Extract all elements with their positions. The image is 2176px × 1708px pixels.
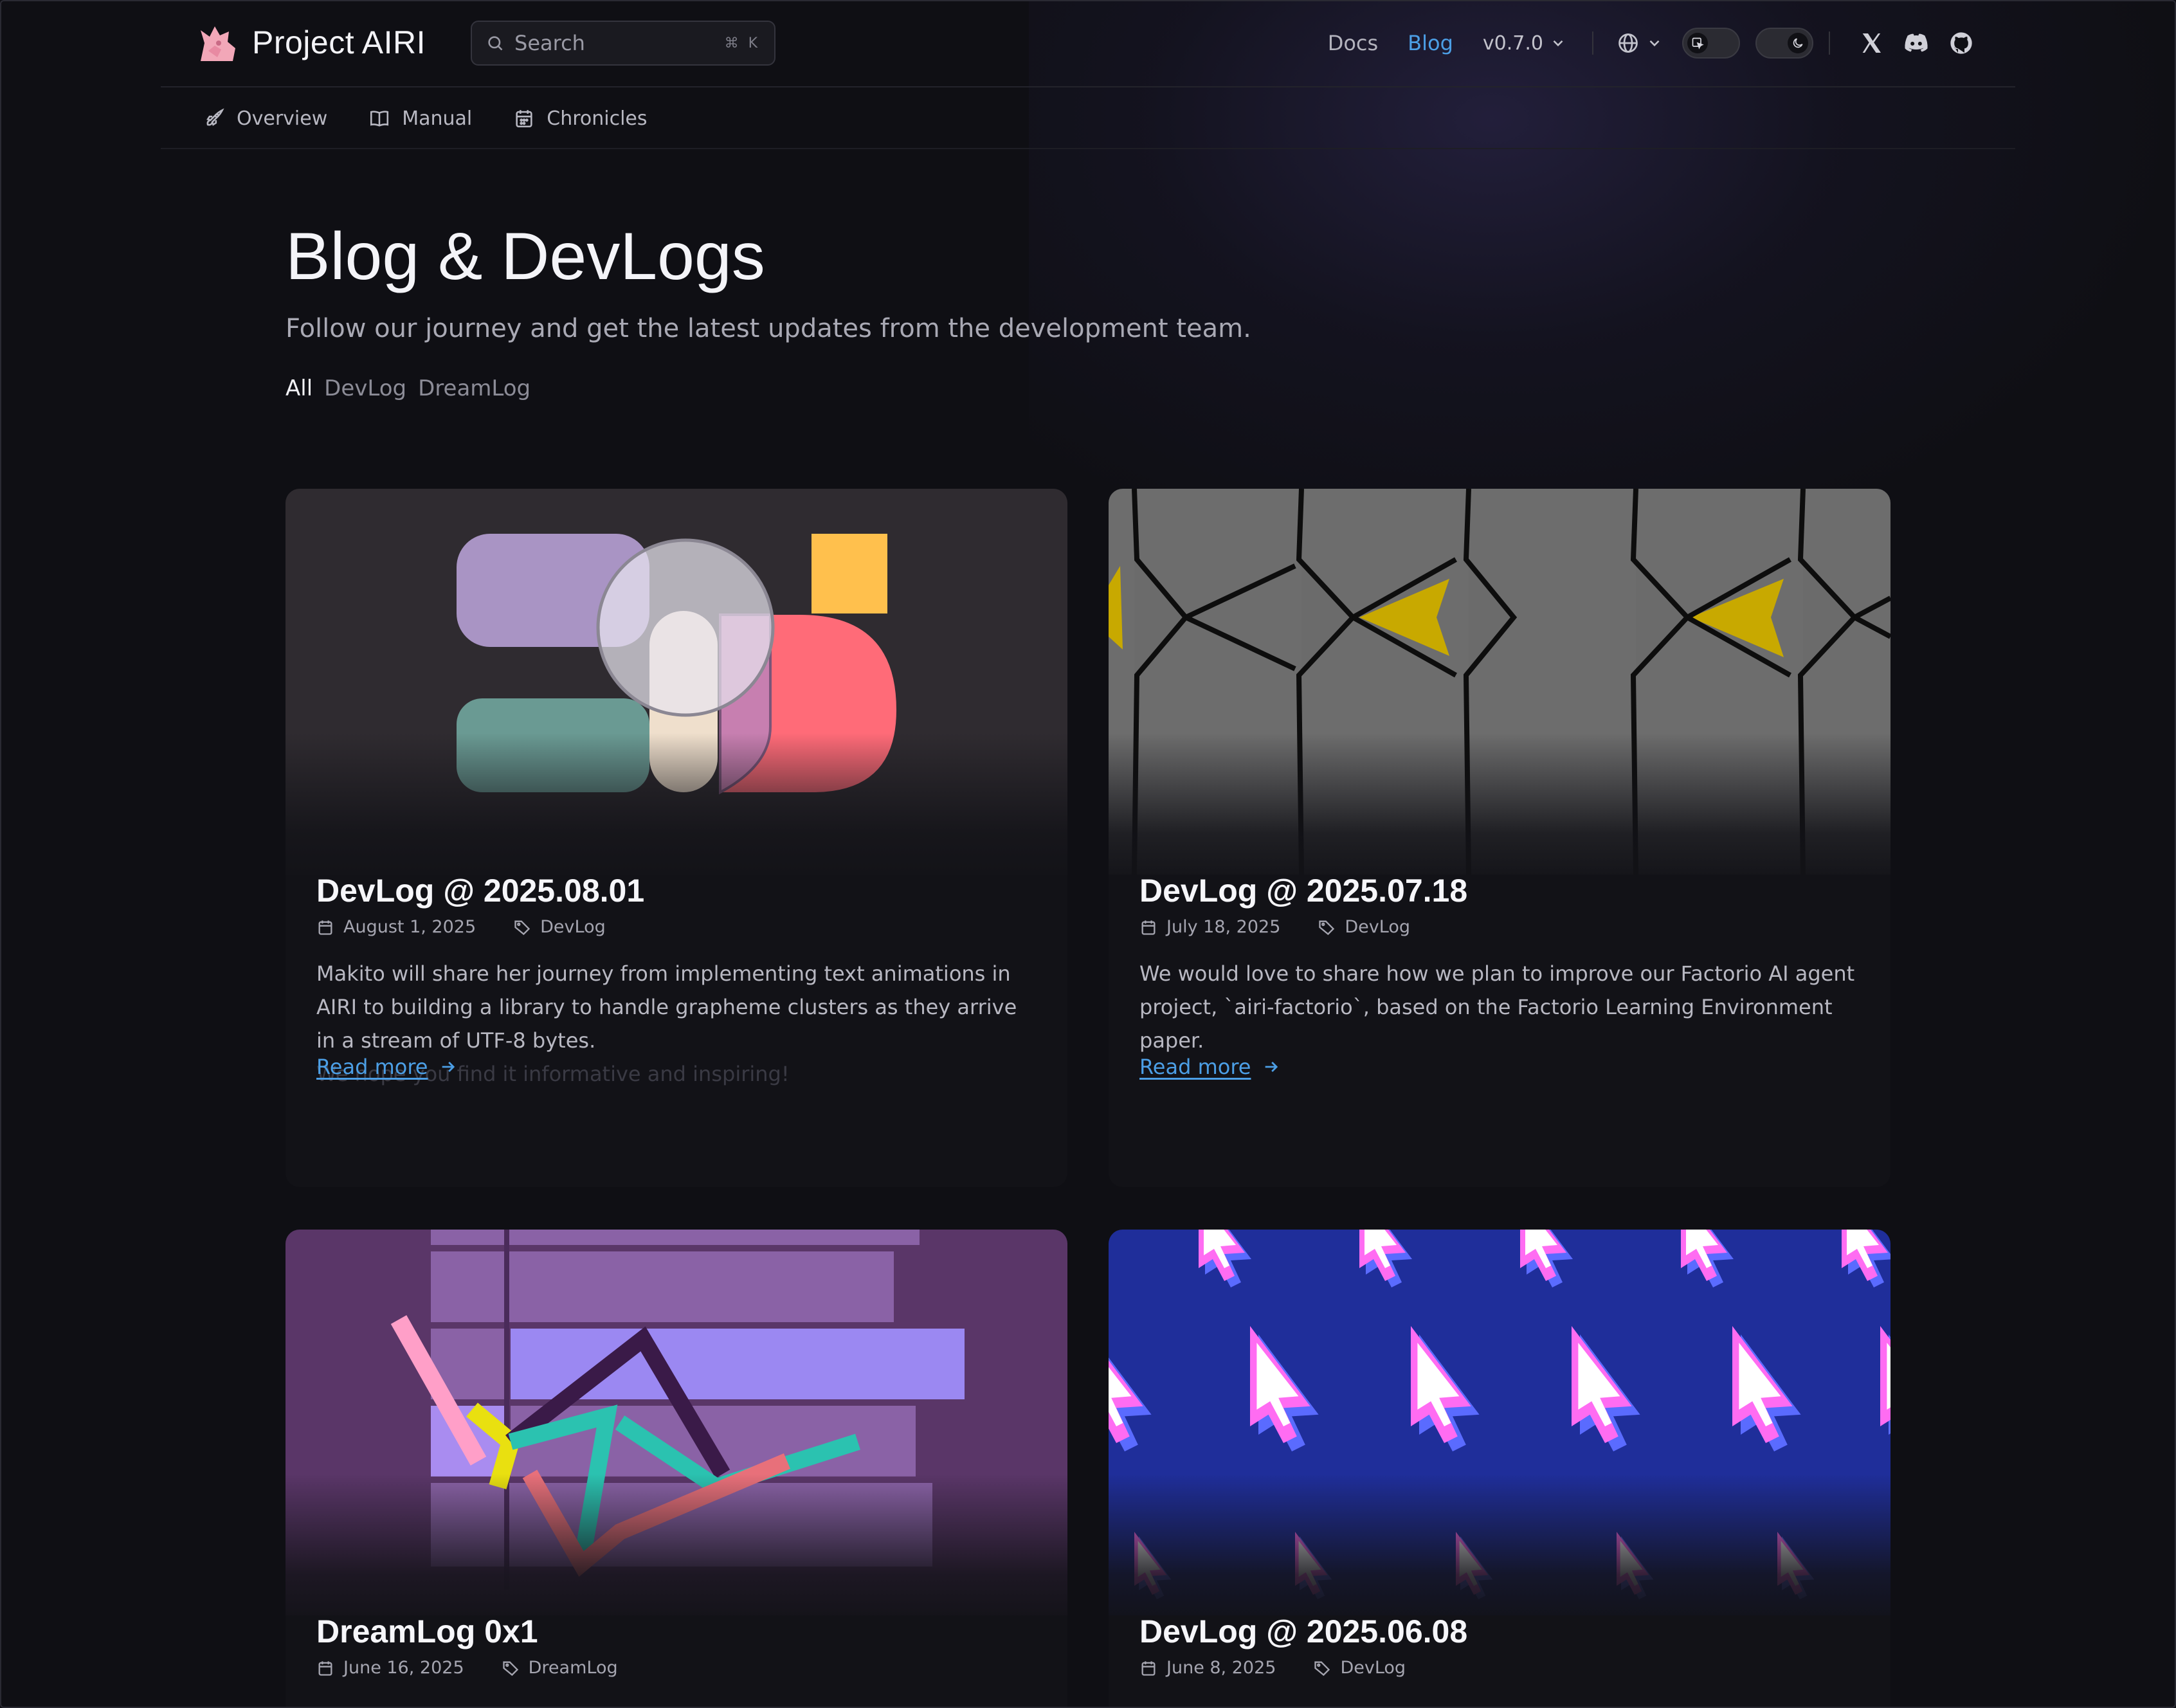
nav-link-docs[interactable]: Docs <box>1328 31 1378 55</box>
nav-right: Docs Blog v0.7.0 <box>1328 21 1974 66</box>
filter-dreamlog[interactable]: DreamLog <box>418 376 530 401</box>
post-tag[interactable]: DevLog <box>540 917 606 937</box>
tag-icon <box>1314 1661 1330 1676</box>
search-shortcut: ⌘ K <box>724 35 760 51</box>
post-meta: June 16, 2025 DreamLog <box>316 1658 618 1678</box>
post-card[interactable]: DevLog @ 2025.08.01 August 1, 2025 DevLo… <box>286 489 1067 1187</box>
tag-icon <box>514 920 530 935</box>
language-dropdown[interactable] <box>1617 32 1663 55</box>
subnav-label: Chronicles <box>547 107 648 130</box>
post-card[interactable]: DevLog @ 2025.06.08 June 8, 2025 DevLog <box>1109 1230 1890 1708</box>
nav-link-blog[interactable]: Blog <box>1408 31 1453 55</box>
post-meta: June 8, 2025 DevLog <box>1139 1658 1406 1678</box>
post-card[interactable]: DreamLog 0x1 June 16, 2025 DreamLog <box>286 1230 1067 1708</box>
github-icon[interactable] <box>1948 30 1974 56</box>
post-date: August 1, 2025 <box>343 917 476 937</box>
post-title[interactable]: DreamLog 0x1 <box>316 1613 538 1650</box>
tag-icon <box>502 1661 518 1676</box>
top-navbar: Project AIRI Search ⌘ K Docs Blog v0.7.0 <box>161 0 2015 87</box>
version-label: v0.7.0 <box>1482 32 1543 55</box>
search-input[interactable]: Search ⌘ K <box>471 21 775 66</box>
arrow-right-icon <box>442 1062 455 1072</box>
subnav-label: Manual <box>402 107 473 130</box>
subnav-item-manual[interactable]: Manual <box>368 107 472 130</box>
sub-navbar: Overview Manual Chronicles <box>161 89 2015 149</box>
nav-divider <box>1592 32 1593 55</box>
post-tag[interactable]: DreamLog <box>529 1658 618 1678</box>
dark-mode-toggle[interactable] <box>1755 28 1813 59</box>
calendar-icon <box>318 1661 332 1676</box>
post-date: July 18, 2025 <box>1166 917 1281 937</box>
cover-fade <box>286 733 1067 887</box>
post-excerpt-text: Makito will share her journey from imple… <box>316 961 1017 1053</box>
tag-icon <box>1319 920 1335 935</box>
cursor-effect-toggle[interactable] <box>1682 28 1740 59</box>
chevron-down-icon <box>1649 40 1660 47</box>
read-more-link[interactable]: Read more <box>1139 1055 1280 1079</box>
social-links <box>1858 30 1974 56</box>
read-more-link[interactable]: Read more <box>316 1055 457 1079</box>
post-date: June 16, 2025 <box>343 1658 464 1678</box>
post-meta: August 1, 2025 DevLog <box>316 917 606 937</box>
read-more-label: Read more <box>1139 1055 1251 1079</box>
brand-name: Project AIRI <box>252 24 426 60</box>
read-more-label: Read more <box>316 1055 428 1079</box>
search-icon <box>488 36 503 51</box>
post-excerpt: We would love to share how we plan to im… <box>1139 961 1855 1053</box>
post-title[interactable]: DevLog @ 2025.08.01 <box>316 872 644 909</box>
post-title[interactable]: DevLog @ 2025.06.08 <box>1139 1613 1467 1650</box>
calendar-icon <box>1141 920 1156 935</box>
calendar-icon <box>1141 1661 1156 1676</box>
cover-fade <box>1109 733 1890 887</box>
post-date: June 8, 2025 <box>1166 1658 1276 1678</box>
chevron-down-icon <box>1553 40 1563 47</box>
page-title: Blog & DevLogs <box>286 219 765 294</box>
globe-icon <box>1618 33 1638 53</box>
filter-devlog[interactable]: DevLog <box>324 376 406 401</box>
cursor-icon <box>1687 33 1708 53</box>
brand-link[interactable]: Project AIRI <box>195 18 426 67</box>
post-meta: July 18, 2025 DevLog <box>1139 917 1410 937</box>
calendar-icon <box>516 110 532 128</box>
cover-fade <box>286 1474 1067 1628</box>
subnav-label: Overview <box>237 107 328 130</box>
calendar-icon <box>318 920 332 935</box>
airi-logo-icon <box>195 20 240 65</box>
moon-icon <box>1788 33 1808 53</box>
category-filters: All DevLog DreamLog <box>286 376 530 401</box>
page-subtitle: Follow our journey and get the latest up… <box>286 314 1251 343</box>
arrow-right-icon <box>1265 1062 1278 1072</box>
discord-icon[interactable] <box>1902 30 1930 56</box>
x-twitter-icon[interactable] <box>1858 30 1884 56</box>
subnav-item-chronicles[interactable]: Chronicles <box>513 107 648 130</box>
book-icon <box>370 111 389 127</box>
subnav-item-overview[interactable]: Overview <box>203 107 327 130</box>
version-dropdown[interactable]: v0.7.0 <box>1483 32 1566 55</box>
post-card[interactable]: DevLog @ 2025.07.18 July 18, 2025 DevLog… <box>1109 489 1890 1187</box>
nav-divider <box>1829 32 1830 55</box>
post-tag[interactable]: DevLog <box>1345 917 1410 937</box>
post-tag[interactable]: DevLog <box>1340 1658 1406 1678</box>
search-placeholder: Search <box>514 31 585 55</box>
rocket-icon <box>206 108 224 126</box>
post-title[interactable]: DevLog @ 2025.07.18 <box>1139 872 1467 909</box>
cover-fade <box>1109 1474 1890 1628</box>
filter-all[interactable]: All <box>286 376 313 401</box>
